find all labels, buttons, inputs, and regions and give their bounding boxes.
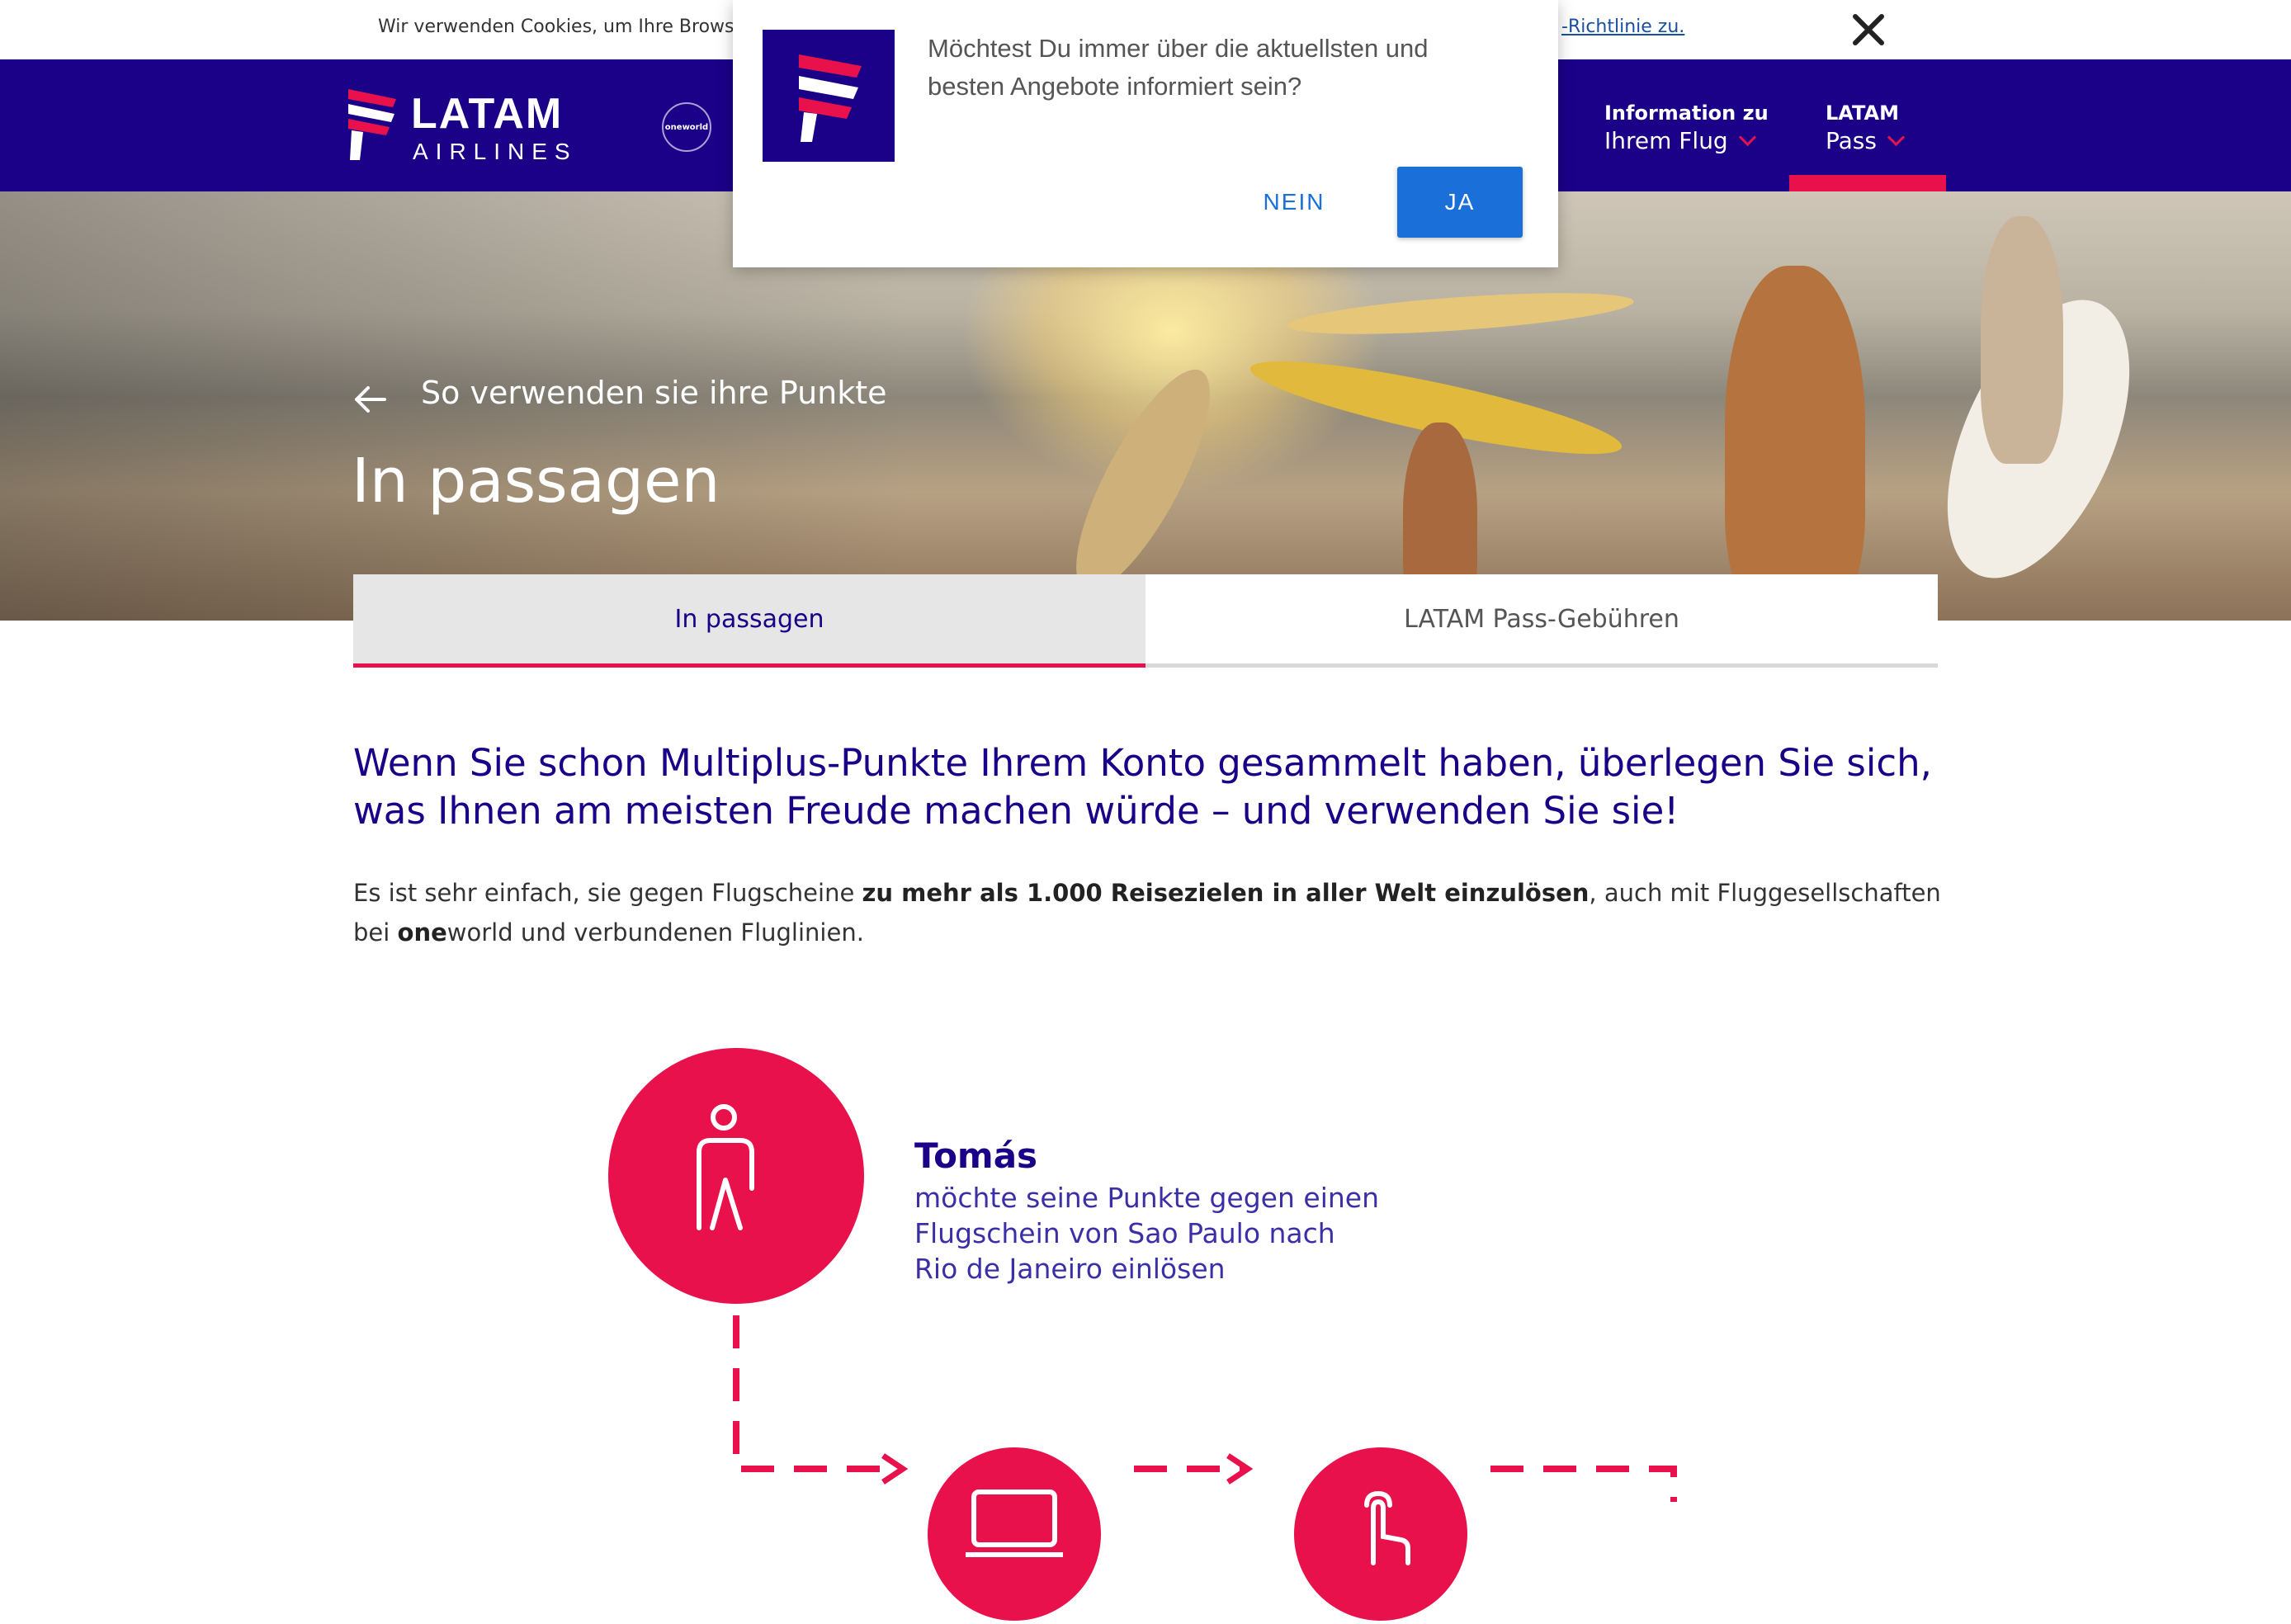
nav-active-indicator — [1789, 175, 1946, 191]
flow-connector — [733, 1315, 1677, 1502]
person-circle — [608, 1048, 864, 1304]
persona-description: möchte seine Punkte gegen einen Flugsche… — [914, 1180, 1410, 1286]
oneworld-label: oneworld — [664, 122, 709, 132]
touch-circle — [1294, 1447, 1467, 1621]
boy-figure-image — [1725, 266, 1865, 621]
persona-name: Tomás — [914, 1135, 1038, 1176]
lead-paragraph: Wenn Sie schon Multiplus-Punkte Ihrem Ko… — [353, 741, 1932, 833]
tab-latam-pass-fees[interactable]: LATAM Pass-Gebühren — [1146, 574, 1938, 668]
cookie-text: Wir verwenden Cookies, um Ihre Browser- — [378, 17, 758, 37]
persona-line: Rio de Janeiro einlösen — [914, 1253, 1226, 1285]
body-text-end: world und verbundenen Fluglinien. — [446, 918, 864, 947]
logo-subtitle: AIRLINES — [413, 139, 578, 164]
nav-flight-info[interactable]: Information zu Ihrem Flug — [1604, 99, 1769, 155]
logo-wordmark: LATAM — [411, 90, 564, 138]
nav-flight-info-line1: Information zu — [1604, 102, 1769, 125]
body-text-start: Es ist sehr einfach, sie gegen Flugschei… — [353, 879, 862, 907]
woman-figure-image — [1981, 216, 2063, 464]
latam-app-icon — [763, 30, 895, 162]
body-paragraph: Es ist sehr einfach, sie gegen Flugschei… — [353, 873, 1946, 952]
surfboard-image — [1287, 285, 1635, 342]
tab-in-passagen[interactable]: In passagen — [353, 574, 1146, 668]
close-icon[interactable] — [1847, 8, 1890, 51]
oneworld-badge[interactable]: oneworld — [662, 102, 711, 152]
surfboard-image — [1051, 353, 1235, 607]
decline-button[interactable]: NEIN — [1228, 167, 1360, 238]
laptop-icon — [966, 1489, 1063, 1557]
body-text-highlight: zu mehr als 1.000 Reisezielen in aller W… — [862, 879, 1590, 907]
latam-logo-icon — [799, 54, 862, 142]
latam-logo-icon — [348, 89, 396, 160]
accept-button[interactable]: JA — [1397, 167, 1523, 238]
touch-icon — [1364, 1490, 1410, 1565]
persona-line: möchte seine Punkte gegen einen — [914, 1182, 1379, 1214]
hero-back-link[interactable]: So verwenden sie ihre Punkte — [421, 375, 887, 411]
notification-message: Möchtest Du immer über die aktuellsten u… — [928, 34, 1429, 101]
arrow-left-icon[interactable] — [353, 385, 386, 414]
nav-latam-pass[interactable]: LATAM Pass — [1826, 99, 1906, 155]
person-icon — [697, 1104, 754, 1230]
tab-label: LATAM Pass-Gebühren — [1404, 604, 1679, 634]
chevron-down-icon — [1887, 128, 1906, 147]
cookie-policy-link[interactable]: -Richtlinie zu. — [1561, 17, 1684, 37]
nav-flight-info-line2: Ihrem Flug — [1604, 127, 1728, 154]
page-title: In passagen — [352, 446, 720, 517]
persona-line: Flugschein von Sao Paulo nach — [914, 1217, 1335, 1249]
nav-latam-pass-line2: Pass — [1826, 127, 1877, 154]
nav-latam-pass-line1: LATAM — [1826, 102, 1899, 125]
latam-logo[interactable]: LATAM AIRLINES — [345, 84, 570, 167]
tab-label: In passagen — [674, 604, 824, 634]
oneworld-text: one — [397, 918, 447, 947]
chevron-down-icon — [1738, 128, 1756, 147]
notification-dialog: Möchtest Du immer über die aktuellsten u… — [733, 0, 1558, 267]
laptop-circle — [928, 1447, 1101, 1621]
